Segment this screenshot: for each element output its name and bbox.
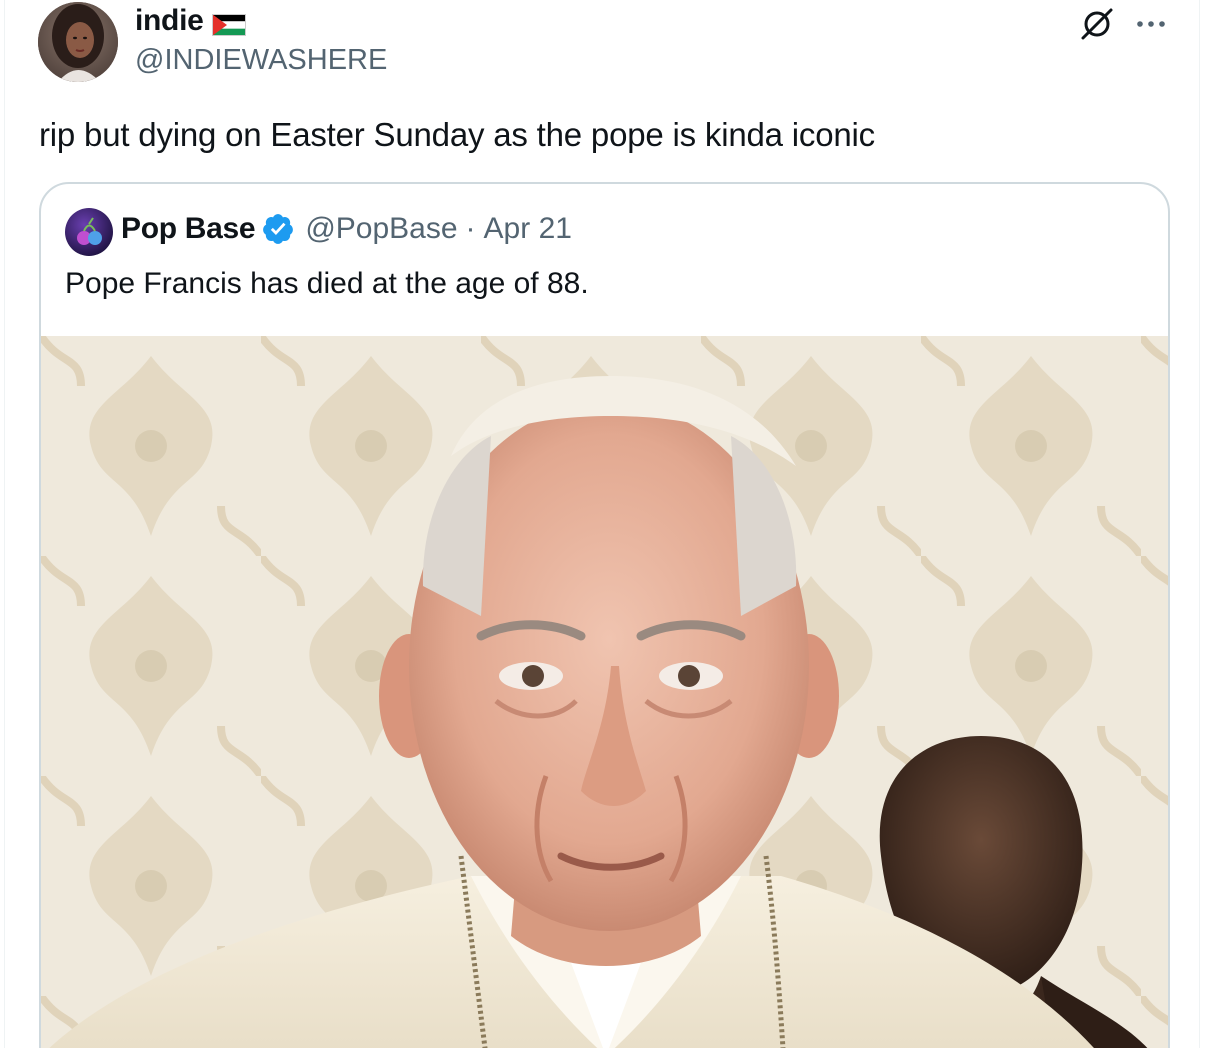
more-options-icon[interactable] (1131, 8, 1171, 40)
quoted-tweet-photo[interactable] (41, 336, 1168, 1048)
photo-of-pope-francis (41, 336, 1168, 1048)
quoted-tweet-text: Pope Francis has died at the age of 88. (65, 267, 589, 300)
tweet-card[interactable]: indie @INDIEWASHERE rip but dying on Eas… (4, 0, 1200, 1048)
quoted-tweet[interactable]: Pop Base @PopBase · Apr 21 Pope Francis … (39, 182, 1170, 1048)
quoted-tweet-header: Pop Base @PopBase · Apr 21 (121, 212, 572, 246)
quoted-author-handle[interactable]: @PopBase (305, 212, 457, 246)
author-display-name-row[interactable]: indie (135, 4, 246, 38)
quoted-tweet-date[interactable]: Apr 21 (484, 212, 572, 246)
quoted-author-name[interactable]: Pop Base (121, 212, 256, 246)
author-handle[interactable]: @INDIEWASHERE (135, 44, 387, 77)
quoted-author-avatar[interactable] (65, 208, 113, 256)
header-separator: · (465, 212, 476, 245)
palestine-flag-icon (211, 10, 246, 36)
author-avatar[interactable] (38, 2, 118, 82)
verified-badge-icon (263, 214, 294, 244)
tweet-text: rip but dying on Easter Sunday as the po… (39, 116, 875, 153)
grok-icon[interactable] (1077, 4, 1117, 44)
author-display-name[interactable]: indie (135, 4, 204, 38)
